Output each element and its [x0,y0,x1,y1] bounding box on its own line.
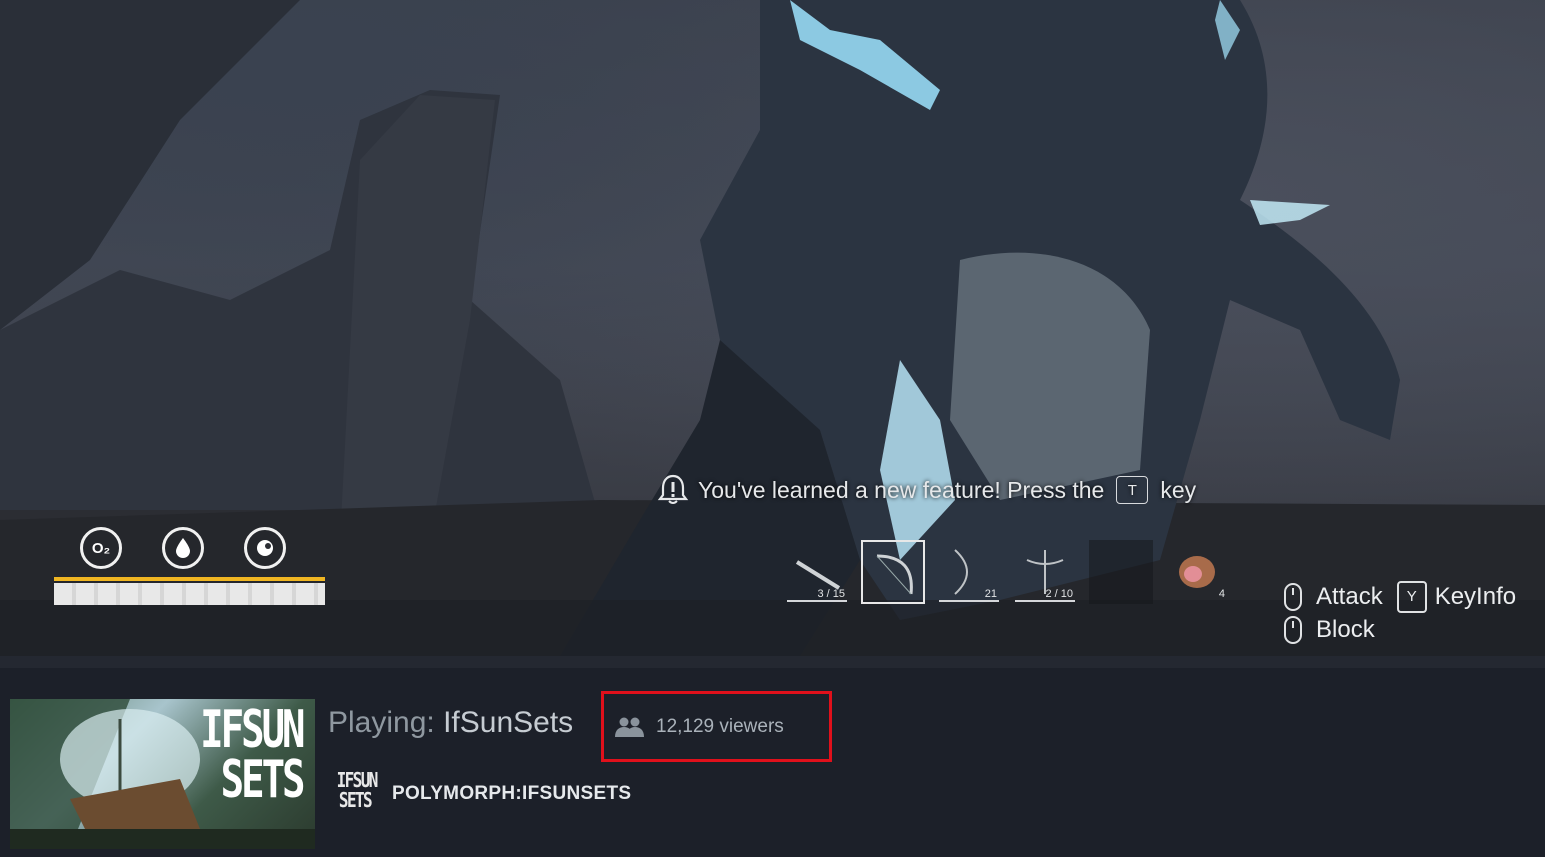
game-video[interactable]: You've learned a new feature! Press the … [0,0,1545,656]
block-label: Block [1316,615,1375,643]
hotbar-slot-empty[interactable] [1089,540,1153,604]
hotbar-slot-longbow[interactable]: 21 [937,540,1001,604]
bow-icon [876,554,913,595]
thumbnail-logo: IFSUN SETS [200,700,306,810]
slot-underline [787,600,847,602]
feature-learned-notice: You've learned a new feature! Press the … [656,470,1196,510]
water-drop-icon [162,527,204,569]
viewer-count-highlight: 12,129 viewers [601,691,832,762]
mouse-right-icon [1284,615,1302,644]
notice-text-end: key [1160,476,1197,503]
hotbar-slot-meat[interactable]: 4 [1165,540,1229,604]
slot-underline [939,600,999,602]
status-icons: O₂ [80,527,286,569]
viewers-icon [615,717,644,737]
alert-bell-icon [656,473,690,507]
streamer-name-link[interactable]: POLYMORPH:IFSUNSETS [392,783,631,805]
viewer-count: 12,129 viewers [656,715,784,737]
meat-icon [1179,556,1215,588]
stamina-bar [54,577,325,605]
stamina-gold-line [54,577,325,581]
notice-text: You've learned a new feature! Press the [698,476,1105,503]
playing-label: Playing: [328,706,435,739]
game-thumbnail[interactable]: IFSUN SETS [10,699,315,849]
hotbar: 3 / 15 21 2 / 10 4 [785,540,1229,604]
food-icon [244,527,286,569]
slot-underline [1015,600,1075,602]
slot-count: 3 / 15 [817,588,845,600]
keyinfo-keycap: Y [1396,580,1427,613]
slot-count: 4 [1218,588,1225,600]
hotbar-slot-crossbow[interactable]: 2 / 10 [1013,540,1077,604]
hotbar-slot-rifle[interactable]: 3 / 15 [785,540,849,604]
controls-hint: Attack Y KeyInfo Block [1284,580,1516,646]
attack-label: Attack [1316,582,1383,610]
hotbar-slot-bow[interactable] [861,540,925,604]
game-title-link[interactable]: IfSunSets [443,706,573,739]
streamer-avatar[interactable]: IFSUN SETS [337,770,379,816]
slot-count: 21 [984,588,997,600]
notice-keycap: T [1116,476,1149,504]
now-playing: Playing: IfSunSets [328,706,573,740]
oxygen-icon: O₂ [80,527,122,569]
slot-count: 2 / 10 [1045,588,1073,600]
stamina-track [54,583,325,605]
mouse-left-icon [1284,582,1302,611]
keyinfo-label: KeyInfo [1434,582,1517,610]
